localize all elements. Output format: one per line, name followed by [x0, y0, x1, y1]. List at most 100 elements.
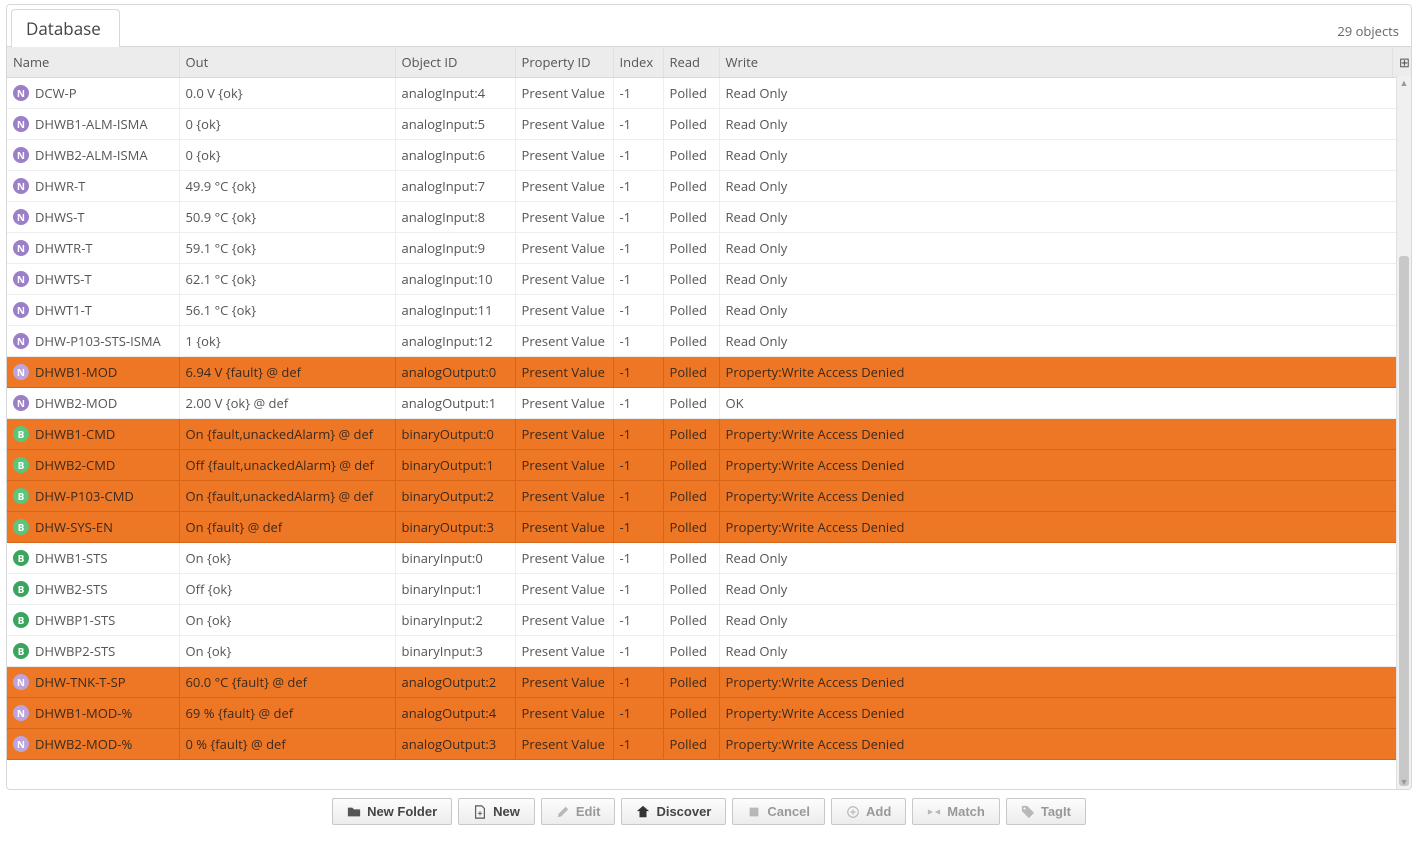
table-row[interactable]: NDHW-TNK-T-SP60.0 °C {fault} @ defanalog… [7, 667, 1411, 698]
table-row[interactable]: NDHWB2-MOD2.00 V {ok} @ defanalogOutput:… [7, 388, 1411, 419]
discover-icon [636, 805, 650, 819]
row-name: DHWBP2-STS [35, 642, 115, 660]
table-row[interactable]: NDHWR-T49.9 °C {ok}analogInput:7Present … [7, 171, 1411, 202]
row-out: On {ok} [179, 636, 395, 667]
row-read: Polled [663, 295, 719, 326]
row-write: Read Only [719, 171, 1411, 202]
col-obj[interactable]: Object ID [395, 47, 515, 78]
scroll-thumb[interactable] [1399, 256, 1409, 786]
type-badge-icon: B [13, 519, 29, 535]
row-name: DHWB1-CMD [35, 425, 115, 443]
column-chooser-icon[interactable]: ⊞ [1393, 47, 1411, 78]
row-read: Polled [663, 202, 719, 233]
pencil-icon [556, 805, 570, 819]
toolbar: New Folder New Edit Discover Cancel Add … [0, 790, 1418, 835]
edit-button[interactable]: Edit [541, 798, 616, 825]
row-prop: Present Value [515, 636, 613, 667]
row-name: DHWTS-T [35, 270, 92, 288]
row-name: DHW-TNK-T-SP [35, 673, 126, 691]
row-write: Read Only [719, 264, 1411, 295]
type-badge-icon: N [13, 333, 29, 349]
row-name: DHWB1-STS [35, 549, 107, 567]
row-name: DHWB2-ALM-ISMA [35, 146, 148, 164]
table-row[interactable]: NDHWB2-ALM-ISMA0 {ok}analogInput:6Presen… [7, 140, 1411, 171]
table-row[interactable]: BDHWB2-CMDOff {fault,unackedAlarm} @ def… [7, 450, 1411, 481]
table-row[interactable]: NDHWB1-MOD6.94 V {fault} @ defanalogOutp… [7, 357, 1411, 388]
table-row[interactable]: BDHW-SYS-ENOn {fault} @ defbinaryOutput:… [7, 512, 1411, 543]
discover-button[interactable]: Discover [621, 798, 726, 825]
btn-label: Discover [656, 804, 711, 819]
row-out: 0 % {fault} @ def [179, 729, 395, 760]
table-row[interactable]: BDHWBP1-STSOn {ok}binaryInput:2Present V… [7, 605, 1411, 636]
col-write[interactable]: Write [719, 47, 1393, 78]
row-name: DHWB2-MOD [35, 394, 117, 412]
row-write: Property:Write Access Denied [719, 481, 1411, 512]
col-index[interactable]: Index [613, 47, 663, 78]
row-index: -1 [613, 264, 663, 295]
scroll-down-icon[interactable]: ▼ [1397, 775, 1411, 789]
table-row[interactable]: NDHWB2-MOD-%0 % {fault} @ defanalogOutpu… [7, 729, 1411, 760]
scrollbar[interactable]: ▲ ▼ [1396, 76, 1411, 789]
type-badge-icon: N [13, 395, 29, 411]
col-prop[interactable]: Property ID [515, 47, 613, 78]
btn-label: New [493, 804, 520, 819]
row-out: 60.0 °C {fault} @ def [179, 667, 395, 698]
type-badge-icon: N [13, 240, 29, 256]
row-out: 0 {ok} [179, 140, 395, 171]
new-folder-button[interactable]: New Folder [332, 798, 452, 825]
row-index: -1 [613, 295, 663, 326]
row-read: Polled [663, 543, 719, 574]
row-prop: Present Value [515, 326, 613, 357]
type-badge-icon: N [13, 705, 29, 721]
table-row[interactable]: NDCW-P0.0 V {ok}analogInput:4Present Val… [7, 78, 1411, 109]
cancel-button[interactable]: Cancel [732, 798, 825, 825]
row-read: Polled [663, 574, 719, 605]
table-row[interactable]: BDHWB2-STSOff {ok}binaryInput:1Present V… [7, 574, 1411, 605]
table-row[interactable]: BDHWB1-CMDOn {fault,unackedAlarm} @ defb… [7, 419, 1411, 450]
col-read[interactable]: Read [663, 47, 719, 78]
row-index: -1 [613, 171, 663, 202]
col-name[interactable]: Name [7, 47, 179, 78]
new-file-icon [473, 805, 487, 819]
row-write: Read Only [719, 202, 1411, 233]
table-row[interactable]: NDHWTS-T62.1 °C {ok}analogInput:10Presen… [7, 264, 1411, 295]
table-row[interactable]: NDHWTR-T59.1 °C {ok}analogInput:9Present… [7, 233, 1411, 264]
row-prop: Present Value [515, 543, 613, 574]
tagit-button[interactable]: TagIt [1006, 798, 1086, 825]
row-out: 50.9 °C {ok} [179, 202, 395, 233]
row-write: Read Only [719, 295, 1411, 326]
row-obj: analogInput:4 [395, 78, 515, 109]
table-row[interactable]: BDHW-P103-CMDOn {fault,unackedAlarm} @ d… [7, 481, 1411, 512]
row-write: Read Only [719, 233, 1411, 264]
add-icon [846, 805, 860, 819]
table-row[interactable]: NDHWS-T50.9 °C {ok}analogInput:8Present … [7, 202, 1411, 233]
row-index: -1 [613, 605, 663, 636]
table-row[interactable]: NDHWB1-MOD-%69 % {fault} @ defanalogOutp… [7, 698, 1411, 729]
row-read: Polled [663, 233, 719, 264]
row-write: Property:Write Access Denied [719, 512, 1411, 543]
table-row[interactable]: BDHWB1-STSOn {ok}binaryInput:0Present Va… [7, 543, 1411, 574]
tab-database[interactable]: Database [11, 9, 120, 47]
table-row[interactable]: NDHWT1-T56.1 °C {ok}analogInput:11Presen… [7, 295, 1411, 326]
add-button[interactable]: Add [831, 798, 906, 825]
row-index: -1 [613, 202, 663, 233]
match-button[interactable]: Match [912, 798, 1000, 825]
row-out: On {ok} [179, 605, 395, 636]
row-out: 49.9 °C {ok} [179, 171, 395, 202]
btn-label: Match [947, 804, 985, 819]
row-read: Polled [663, 605, 719, 636]
row-index: -1 [613, 574, 663, 605]
new-button[interactable]: New [458, 798, 535, 825]
table-row[interactable]: BDHWBP2-STSOn {ok}binaryInput:3Present V… [7, 636, 1411, 667]
row-out: 2.00 V {ok} @ def [179, 388, 395, 419]
row-read: Polled [663, 78, 719, 109]
scroll-up-icon[interactable]: ▲ [1397, 76, 1411, 90]
row-index: -1 [613, 450, 663, 481]
col-out[interactable]: Out [179, 47, 395, 78]
type-badge-icon: N [13, 271, 29, 287]
table-row[interactable]: NDHW-P103-STS-ISMA1 {ok}analogInput:12Pr… [7, 326, 1411, 357]
table-row[interactable]: NDHWB1-ALM-ISMA0 {ok}analogInput:5Presen… [7, 109, 1411, 140]
row-prop: Present Value [515, 233, 613, 264]
type-badge-icon: B [13, 426, 29, 442]
row-out: On {ok} [179, 543, 395, 574]
